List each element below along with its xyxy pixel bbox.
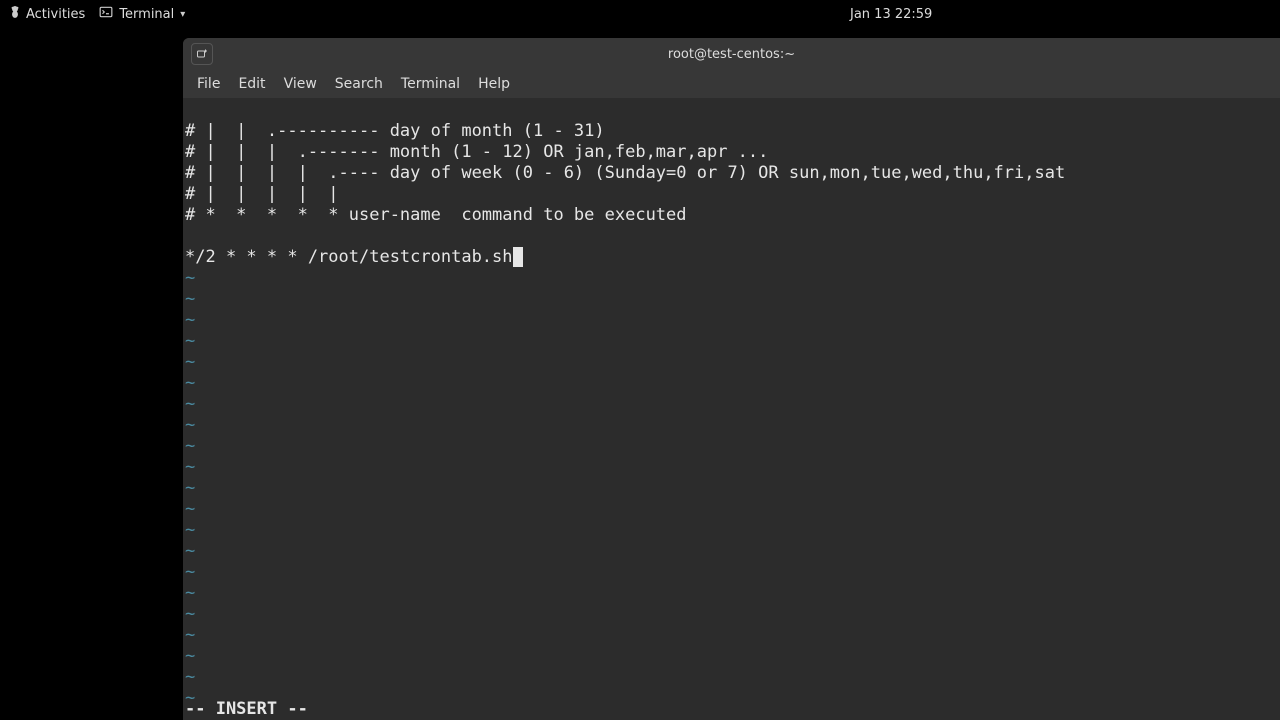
terminal-window: root@test-centos:~ File Edit View Search… [183,38,1280,720]
clock[interactable]: Jan 13 22:59 [850,0,932,28]
tilde-marker: ~ [185,310,195,330]
tilde-marker: ~ [185,478,195,498]
tilde-marker: ~ [185,331,195,351]
editor-line: # | | | | .---- day of week (0 - 6) (Sun… [185,163,1065,183]
tilde-marker: ~ [185,394,195,414]
topbar-left-group: Activities Terminal ▾ [8,5,185,23]
tilde-marker: ~ [185,457,195,477]
terminal-icon [99,5,113,23]
tilde-marker: ~ [185,541,195,561]
editor-line: # | | | | | [185,184,339,204]
app-label: Terminal [119,7,174,22]
new-tab-icon [196,45,208,64]
tilde-marker: ~ [185,352,195,372]
window-title: root@test-centos:~ [668,47,795,62]
gnome-foot-icon [8,5,22,23]
chevron-down-icon: ▾ [180,9,185,20]
tilde-marker: ~ [185,667,195,687]
vim-status-line: -- INSERT -- [185,699,308,720]
tilde-marker: ~ [185,520,195,540]
menu-edit[interactable]: Edit [230,73,273,95]
gnome-topbar: Activities Terminal ▾ Jan 13 22:59 [0,0,1280,28]
tilde-marker: ~ [185,436,195,456]
menubar: File Edit View Search Terminal Help [183,70,1280,98]
editor-line: # * * * * * user-name command to be exec… [185,205,687,225]
cursor [513,247,523,267]
app-menu-button[interactable]: Terminal ▾ [99,5,185,23]
menu-terminal[interactable]: Terminal [393,73,468,95]
window-titlebar[interactable]: root@test-centos:~ [183,38,1280,70]
terminal-content[interactable]: # | | .---------- day of month (1 - 31) … [183,98,1280,720]
menu-file[interactable]: File [189,73,228,95]
tilde-marker: ~ [185,646,195,666]
tilde-marker: ~ [185,583,195,603]
menu-search[interactable]: Search [327,73,391,95]
menu-help[interactable]: Help [470,73,518,95]
editor-line: # | | .---------- day of month (1 - 31) [185,121,605,141]
editor-line: # | | | .------- month (1 - 12) OR jan,f… [185,142,768,162]
new-tab-button[interactable] [191,43,213,65]
tilde-marker: ~ [185,604,195,624]
editor-line: */2 * * * * /root/testcrontab.sh [185,247,513,267]
activities-label: Activities [26,7,85,22]
menu-view[interactable]: View [276,73,325,95]
tilde-marker: ~ [185,625,195,645]
tilde-marker: ~ [185,562,195,582]
tilde-marker: ~ [185,499,195,519]
tilde-marker: ~ [185,268,195,288]
tilde-marker: ~ [185,373,195,393]
activities-button[interactable]: Activities [8,5,85,23]
tilde-marker: ~ [185,415,195,435]
tilde-marker: ~ [185,289,195,309]
